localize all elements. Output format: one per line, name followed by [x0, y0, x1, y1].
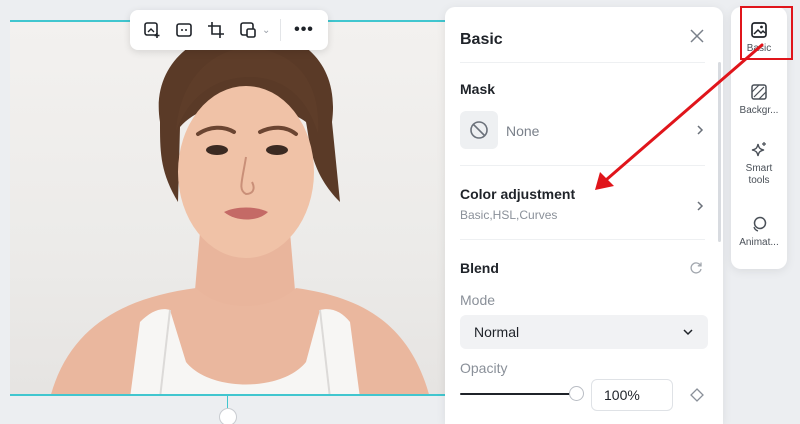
- chevron-right-icon[interactable]: [694, 200, 706, 212]
- highlight-box: [740, 6, 793, 60]
- selection-line: [227, 396, 228, 408]
- portrait-illustration: [51, 29, 429, 394]
- chevron-right-icon[interactable]: [694, 124, 706, 136]
- portrait-photo[interactable]: [10, 20, 450, 396]
- image-toolbar: ⌄ •••: [130, 10, 328, 50]
- more-icon[interactable]: •••: [289, 21, 319, 39]
- close-icon[interactable]: [688, 27, 706, 45]
- sidebar-item-smart-tools[interactable]: Smart tools: [731, 141, 787, 187]
- replace-icon[interactable]: [234, 16, 262, 44]
- reset-icon[interactable]: [688, 260, 704, 276]
- opacity-slider-thumb[interactable]: [569, 386, 584, 401]
- blend-mode-select[interactable]: Normal: [460, 315, 708, 349]
- animation-icon: [753, 216, 767, 232]
- mode-label: Mode: [460, 292, 496, 308]
- sidebar-item-label: Backgr...: [739, 105, 779, 116]
- add-image-icon[interactable]: [138, 16, 166, 44]
- keyframe-icon[interactable]: [690, 388, 704, 402]
- chevron-down-icon[interactable]: ⌄: [262, 25, 272, 36]
- background-icon: [751, 84, 767, 100]
- opacity-input[interactable]: 100%: [591, 379, 673, 411]
- opacity-label: Opacity: [460, 360, 508, 376]
- rotate-handle[interactable]: [219, 408, 237, 424]
- color-adjustment-subtitle: Basic,HSL,Curves: [460, 208, 558, 222]
- crop-icon[interactable]: [202, 16, 230, 44]
- sparkle-icon: [751, 142, 766, 157]
- sidebar-item-label: Smart tools: [745, 163, 773, 186]
- scrollbar[interactable]: [718, 62, 721, 242]
- mask-thumbnail[interactable]: [460, 111, 498, 149]
- toolbar-divider: [280, 19, 281, 41]
- sidebar-item-animation[interactable]: Animat...: [731, 215, 787, 249]
- fit-icon[interactable]: [170, 16, 198, 44]
- divider: [460, 165, 705, 166]
- properties-panel: Basic Mask None Color adjustment Basic,H…: [445, 7, 723, 424]
- mask-value[interactable]: None: [506, 123, 539, 139]
- sidebar-item-background[interactable]: Backgr...: [731, 83, 787, 117]
- chevron-down-icon: [683, 329, 693, 336]
- divider: [460, 62, 705, 63]
- mask-title: Mask: [460, 81, 496, 97]
- blend-mode-value: Normal: [474, 324, 520, 340]
- divider: [460, 239, 705, 240]
- blend-title: Blend: [460, 260, 499, 276]
- panel-title: Basic: [460, 31, 503, 48]
- no-mask-icon: [470, 121, 488, 139]
- color-adjustment-title[interactable]: Color adjustment: [460, 186, 575, 202]
- sidebar-item-label: Animat...: [739, 237, 779, 248]
- opacity-slider-track[interactable]: [460, 393, 578, 395]
